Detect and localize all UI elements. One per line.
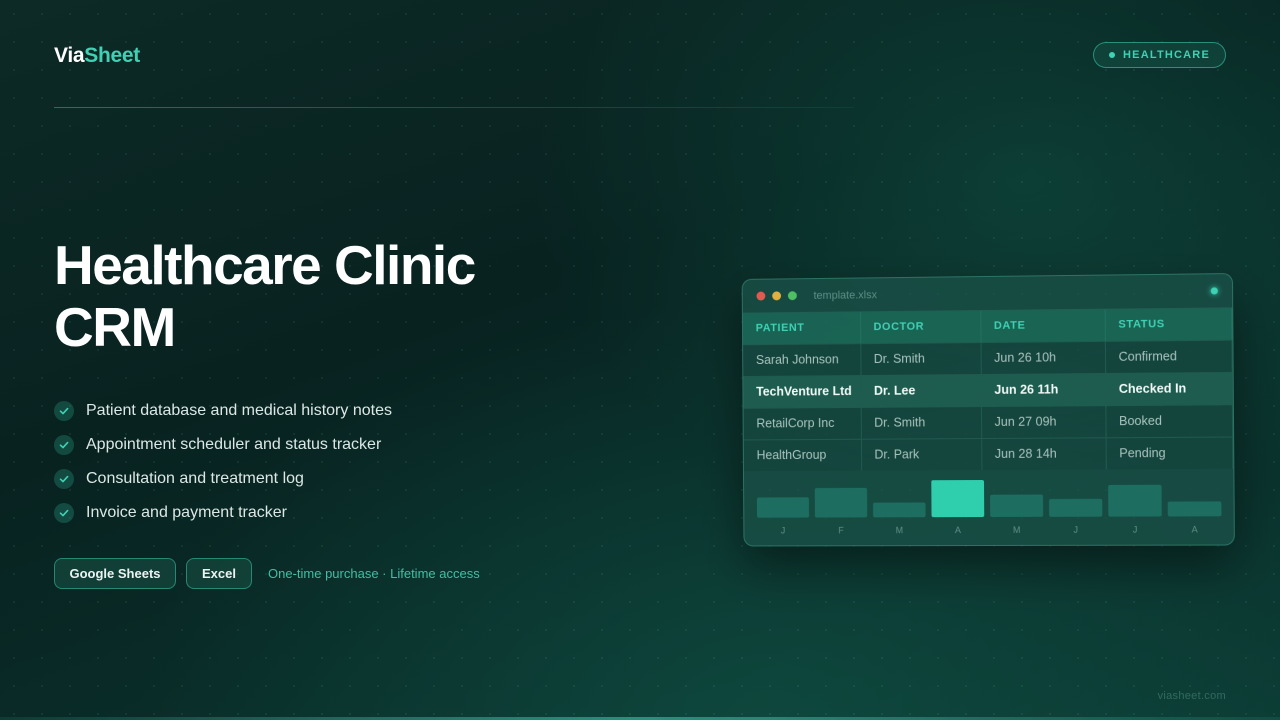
- bar-2: [873, 502, 926, 517]
- doctor-cell: Dr. Smith: [860, 342, 980, 375]
- feature-label: Consultation and treatment log: [86, 470, 304, 488]
- bar-label-5: J: [1074, 525, 1079, 535]
- badge-dot-icon: [1109, 52, 1115, 58]
- feature-label: Patient database and medical history not…: [86, 402, 392, 420]
- bar-1: [815, 488, 867, 518]
- table-row: Sarah Johnson Dr. Smith Jun 26 10h Confi…: [743, 340, 1232, 376]
- patient-cell: Sarah Johnson: [743, 343, 860, 376]
- bar-5: [1049, 499, 1102, 517]
- feature-list: Patient database and medical history not…: [54, 394, 392, 530]
- table-row: RetailCorp Inc Dr. Smith Jun 27 09h Book…: [744, 404, 1233, 439]
- category-badge: HEALTHCARE: [1093, 42, 1226, 68]
- table-header-row: PATIENT DOCTOR DATE STATUS: [743, 308, 1232, 344]
- bar-7: [1168, 501, 1222, 516]
- google-sheets-button[interactable]: Google Sheets: [54, 558, 176, 589]
- window-titlebar: template.xlsx: [743, 274, 1233, 314]
- feature-label: Appointment scheduler and status tracker: [86, 436, 381, 454]
- bar-6: [1108, 485, 1162, 517]
- spreadsheet-preview-window: template.xlsx PATIENT DOCTOR DATE STATUS…: [742, 273, 1235, 546]
- header-divider: [54, 107, 854, 108]
- feature-item: Appointment scheduler and status tracker: [54, 428, 392, 462]
- check-icon: [54, 435, 74, 455]
- status-cell: Confirmed: [1105, 340, 1232, 373]
- feature-item: Invoice and payment tracker: [54, 496, 392, 530]
- patient-cell: TechVenture Ltd: [743, 375, 860, 408]
- close-dot-icon: [756, 292, 765, 301]
- table-row: HealthGroup Dr. Park Jun 28 14h Pending: [744, 437, 1233, 472]
- bar-label-4: M: [1013, 525, 1021, 535]
- feature-item: Patient database and medical history not…: [54, 394, 392, 428]
- feature-label: Invoice and payment tracker: [86, 504, 287, 522]
- doctor-cell: Dr. Park: [861, 438, 981, 471]
- excel-button[interactable]: Excel: [186, 558, 252, 589]
- minimize-dot-icon: [772, 291, 781, 300]
- brand-logo-part1: Via: [54, 44, 84, 67]
- status-cell: Booked: [1105, 404, 1232, 437]
- bar-label-2: M: [896, 525, 904, 535]
- bar-4: [990, 495, 1043, 517]
- patient-cell: RetailCorp Inc: [744, 407, 861, 440]
- title-line-1: Healthcare Clinic: [54, 234, 475, 296]
- doctor-cell: Dr. Lee: [861, 374, 981, 407]
- date-cell: Jun 26 10h: [981, 341, 1106, 374]
- bar-label-1: F: [838, 525, 844, 535]
- column-header: STATUS: [1105, 308, 1232, 341]
- brand-logo-part2: Sheet: [84, 44, 140, 67]
- check-icon: [54, 503, 74, 523]
- table-row-highlighted: TechVenture Ltd Dr. Lee Jun 26 11h Check…: [743, 372, 1232, 408]
- brand-logo[interactable]: ViaSheet: [54, 44, 140, 68]
- check-icon: [54, 469, 74, 489]
- date-cell: Jun 26 11h: [981, 373, 1106, 406]
- column-header: DATE: [980, 310, 1105, 342]
- date-cell: Jun 28 14h: [981, 437, 1106, 470]
- page-title: Healthcare Clinic CRM: [54, 234, 475, 358]
- date-cell: Jun 27 09h: [981, 405, 1106, 438]
- footer-site-link[interactable]: viasheet.com: [1158, 690, 1226, 702]
- bar-label-0: J: [781, 526, 785, 536]
- preview-table: PATIENT DOCTOR DATE STATUS Sarah Johnson…: [743, 308, 1233, 471]
- bar-label-3: A: [955, 525, 961, 535]
- patient-cell: HealthGroup: [744, 439, 861, 471]
- column-header: PATIENT: [743, 312, 860, 344]
- check-icon: [54, 401, 74, 421]
- bar-label-7: A: [1192, 524, 1198, 534]
- purchase-note: One-time purchase · Lifetime access: [268, 566, 480, 581]
- status-cell: Checked In: [1105, 372, 1232, 405]
- column-header: DOCTOR: [860, 311, 980, 343]
- live-indicator-icon: [1211, 287, 1218, 294]
- monthly-bar-chart: JFMAMJJA: [744, 469, 1234, 547]
- maximize-dot-icon: [788, 291, 797, 300]
- bar-3: [931, 480, 984, 517]
- bar-0: [757, 497, 809, 517]
- title-line-2: CRM: [54, 296, 175, 358]
- status-cell: Pending: [1106, 437, 1233, 470]
- bar-label-6: J: [1133, 525, 1138, 535]
- doctor-cell: Dr. Smith: [861, 406, 981, 439]
- bar-chart-svg: JFMAMJJA: [744, 469, 1235, 547]
- feature-item: Consultation and treatment log: [54, 462, 392, 496]
- file-name: template.xlsx: [814, 289, 878, 302]
- category-badge-label: HEALTHCARE: [1123, 49, 1210, 61]
